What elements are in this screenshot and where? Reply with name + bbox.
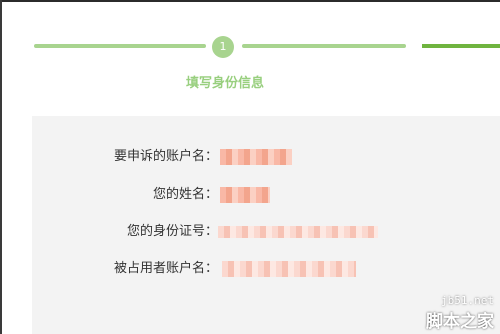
site-watermark: jb51.net 脚本之家 <box>426 294 494 332</box>
name-value-masked[interactable] <box>220 187 270 203</box>
occupied-account-label: 被占用者账户名： <box>113 261 218 276</box>
window-left-border <box>0 0 2 334</box>
form-row-name: 您的姓名： <box>32 185 500 205</box>
name-label: 您的姓名： <box>152 187 218 202</box>
step-number-badge: 1 <box>212 36 234 58</box>
form-row-occupied-account: 被占用者账户名： <box>32 259 500 279</box>
form-row-appeal-account: 要申诉的账户名： <box>32 147 500 167</box>
form-row-id-number: 您的身份证号： <box>32 222 500 242</box>
id-number-value-masked[interactable] <box>218 226 378 238</box>
progress-line-right <box>242 44 406 48</box>
appeal-account-label: 要申诉的账户名： <box>113 149 218 164</box>
watermark-url: jb51.net <box>441 294 494 307</box>
watermark-name: 脚本之家 <box>426 312 494 332</box>
occupied-account-value-masked[interactable] <box>222 261 356 277</box>
id-number-label: 您的身份证号： <box>126 224 218 239</box>
progress-line-next-step <box>422 44 500 48</box>
progress-line-left <box>34 44 206 48</box>
appeal-account-value-masked[interactable] <box>220 149 292 165</box>
window-top-border <box>0 0 500 2</box>
step-title: 填写身份信息 <box>185 76 264 91</box>
